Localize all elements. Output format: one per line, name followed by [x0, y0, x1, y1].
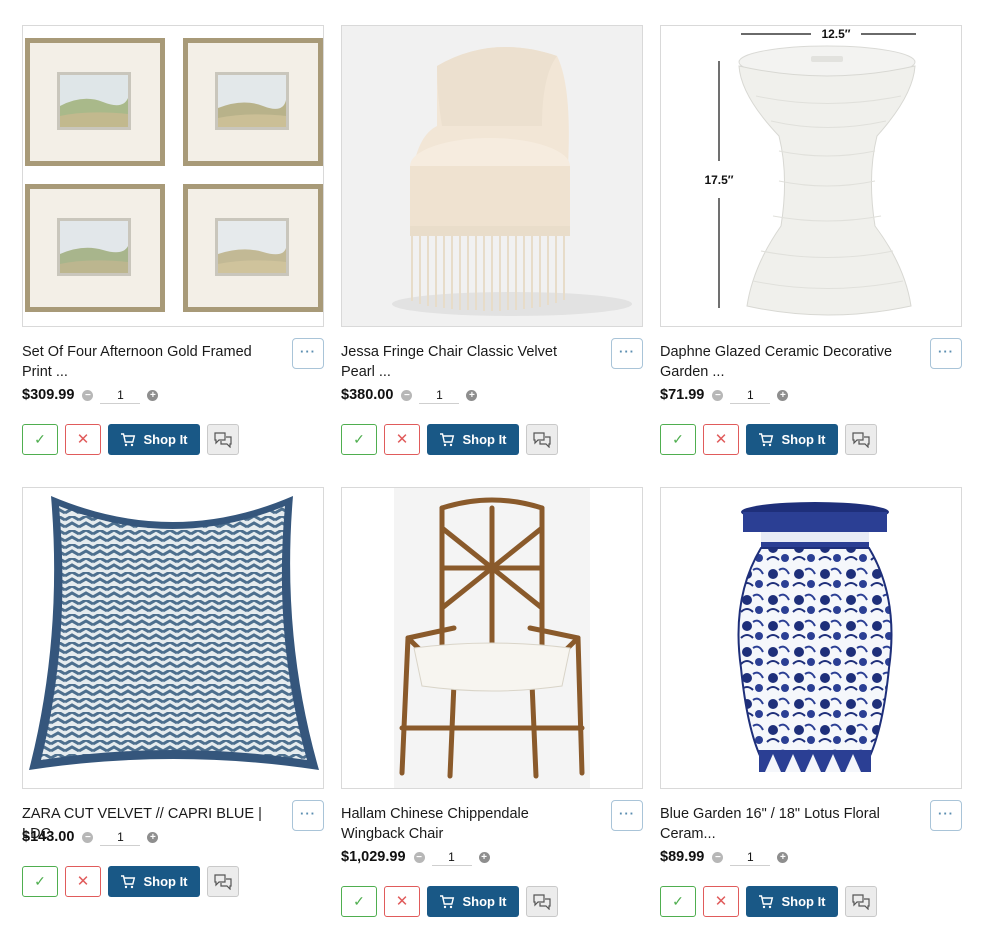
increase-quantity-icon[interactable]: +: [777, 389, 789, 401]
product-price: $1,029.99: [341, 849, 406, 865]
product-title[interactable]: Blue Garden 16" / 18" Lotus Floral Ceram…: [660, 804, 910, 844]
quantity-input[interactable]: 1: [419, 386, 460, 404]
product-title[interactable]: Jessa Fringe Chair Classic Velvet Pearl …: [341, 342, 591, 382]
bamboo-chair-image: [342, 488, 642, 788]
shop-it-button[interactable]: Shop It: [427, 886, 519, 917]
product-image[interactable]: [341, 25, 643, 327]
chat-bubbles-icon: [533, 431, 551, 448]
garden-stool-image: 12.5″ 17.5″: [661, 26, 961, 326]
fringe-chair-image: [342, 26, 642, 326]
cart-icon: [759, 894, 774, 908]
product-image[interactable]: [341, 487, 643, 789]
chat-bubbles-icon: [852, 893, 870, 910]
approve-button[interactable]: ✓: [341, 424, 377, 455]
decrease-quantity-icon[interactable]: −: [401, 389, 413, 401]
comment-button[interactable]: [845, 886, 877, 917]
ceramic-stool-image: [661, 488, 961, 788]
product-price: $71.99: [660, 387, 705, 403]
comment-button[interactable]: [526, 424, 558, 455]
product-price: $89.99: [660, 849, 705, 865]
reject-button[interactable]: ✕: [703, 424, 739, 455]
approve-button[interactable]: ✓: [660, 886, 696, 917]
decrease-quantity-icon[interactable]: −: [413, 851, 425, 863]
product-title[interactable]: Set Of Four Afternoon Gold Framed Print …: [22, 342, 272, 382]
product-image[interactable]: [22, 25, 324, 327]
shop-it-label: Shop It: [462, 432, 507, 447]
approve-button[interactable]: ✓: [660, 424, 696, 455]
cart-icon: [759, 432, 774, 446]
product-card: 12.5″ 17.5″ Daphne Glazed Ceramic Decora…: [660, 25, 962, 455]
shop-it-label: Shop It: [781, 432, 826, 447]
comment-button[interactable]: [845, 424, 877, 455]
comment-button[interactable]: [526, 886, 558, 917]
cart-icon: [121, 432, 136, 446]
cart-icon: [440, 894, 455, 908]
increase-quantity-icon[interactable]: +: [466, 389, 478, 401]
chat-bubbles-icon: [533, 893, 551, 910]
approve-button[interactable]: ✓: [22, 866, 58, 897]
more-options-button[interactable]: ···: [930, 800, 962, 831]
comment-button[interactable]: [207, 866, 239, 897]
framed-prints-image: [23, 26, 323, 326]
more-options-button[interactable]: ···: [611, 338, 643, 369]
shop-it-label: Shop It: [781, 894, 826, 909]
increase-quantity-icon[interactable]: +: [478, 851, 490, 863]
shop-it-button[interactable]: Shop It: [427, 424, 519, 455]
shop-it-button[interactable]: Shop It: [746, 886, 838, 917]
chat-bubbles-icon: [214, 873, 232, 890]
width-dimension-label: 12.5″: [821, 27, 850, 41]
product-title[interactable]: ZARA CUT VELVET // CAPRI BLUE | LDC: [22, 804, 272, 844]
more-options-button[interactable]: ···: [292, 338, 324, 369]
product-card: Hallam Chinese Chippendale Wingback Chai…: [341, 487, 643, 917]
shop-it-label: Shop It: [462, 894, 507, 909]
pillow-image: [23, 488, 323, 788]
more-options-button[interactable]: ···: [930, 338, 962, 369]
chat-bubbles-icon: [214, 431, 232, 448]
shop-it-label: Shop It: [143, 874, 188, 889]
reject-button[interactable]: ✕: [65, 424, 101, 455]
approve-button[interactable]: ✓: [22, 424, 58, 455]
approve-button[interactable]: ✓: [341, 886, 377, 917]
product-title[interactable]: Daphne Glazed Ceramic Decorative Garden …: [660, 342, 910, 382]
shop-it-button[interactable]: Shop It: [108, 866, 200, 897]
reject-button[interactable]: ✕: [703, 886, 739, 917]
height-dimension-label: 17.5″: [704, 173, 733, 187]
decrease-quantity-icon[interactable]: −: [712, 851, 724, 863]
product-price: $380.00: [341, 387, 394, 403]
more-options-button[interactable]: ···: [611, 800, 643, 831]
product-card: Blue Garden 16" / 18" Lotus Floral Ceram…: [660, 487, 962, 917]
product-image[interactable]: [22, 487, 324, 789]
increase-quantity-icon[interactable]: +: [777, 851, 789, 863]
decrease-quantity-icon[interactable]: −: [82, 389, 94, 401]
quantity-input[interactable]: 1: [100, 386, 141, 404]
cart-icon: [121, 874, 136, 888]
reject-button[interactable]: ✕: [384, 886, 420, 917]
comment-button[interactable]: [207, 424, 239, 455]
reject-button[interactable]: ✕: [65, 866, 101, 897]
product-image[interactable]: 12.5″ 17.5″: [660, 25, 962, 327]
increase-quantity-icon[interactable]: +: [147, 389, 159, 401]
quantity-input[interactable]: 1: [730, 848, 771, 866]
chat-bubbles-icon: [852, 431, 870, 448]
product-title[interactable]: Hallam Chinese Chippendale Wingback Chai…: [341, 804, 591, 844]
quantity-input[interactable]: 1: [730, 386, 771, 404]
product-card: Jessa Fringe Chair Classic Velvet Pearl …: [341, 25, 643, 455]
shop-it-button[interactable]: Shop It: [108, 424, 200, 455]
reject-button[interactable]: ✕: [384, 424, 420, 455]
shop-it-button[interactable]: Shop It: [746, 424, 838, 455]
shop-it-label: Shop It: [143, 432, 188, 447]
more-options-button[interactable]: ···: [292, 800, 324, 831]
cart-icon: [440, 432, 455, 446]
product-card: ZARA CUT VELVET // CAPRI BLUE | LDC ··· …: [22, 487, 324, 897]
decrease-quantity-icon[interactable]: −: [712, 389, 724, 401]
product-card: Set Of Four Afternoon Gold Framed Print …: [22, 25, 324, 455]
product-image[interactable]: [660, 487, 962, 789]
product-price: $309.99: [22, 387, 75, 403]
quantity-input[interactable]: 1: [431, 848, 472, 866]
